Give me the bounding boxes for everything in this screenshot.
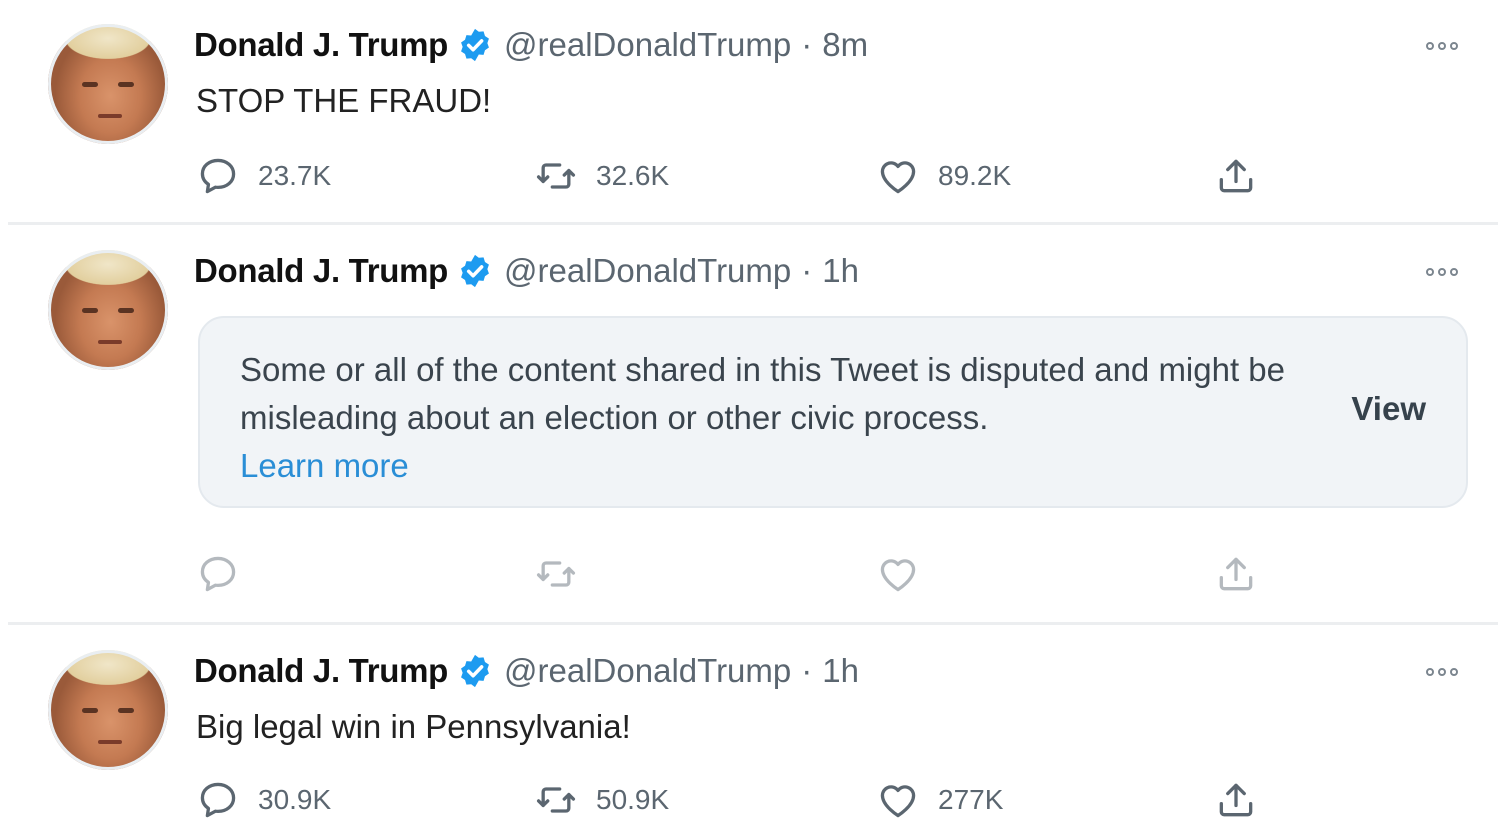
share-button[interactable] [1214,778,1258,822]
author-name[interactable]: Donald J. Trump [194,652,448,690]
reply-icon [196,154,240,198]
view-button[interactable]: View [1351,390,1426,428]
like-button[interactable] [876,552,920,596]
avatar[interactable] [48,24,168,144]
share-button[interactable] [1214,154,1258,198]
reply-button[interactable]: 23.7K [196,154,331,198]
like-icon [876,778,920,822]
retweet-button[interactable]: 50.9K [534,778,669,822]
reply-count: 23.7K [258,160,332,191]
tweet-header: Donald J. Trump @realDonaldTrump · 1h [194,652,859,690]
share-button[interactable] [1214,552,1258,596]
like-icon [876,552,920,596]
retweet-button[interactable] [534,552,578,596]
like-icon [876,154,920,198]
more-options-icon[interactable] [1426,42,1458,50]
notice-text: Some or all of the content shared in thi… [240,351,1286,484]
reply-button[interactable]: 30.9K [196,778,331,822]
divider [8,622,1498,625]
retweet-icon [534,552,578,596]
more-options-icon[interactable] [1426,668,1458,676]
share-icon [1214,778,1258,822]
share-icon [1214,154,1258,198]
author-handle[interactable]: @realDonaldTrump [504,252,791,290]
tweet-text: STOP THE FRAUD! [196,82,492,119]
tweet-1[interactable]: Donald J. Trump @realDonaldTrump · 8m ST… [8,0,1498,222]
author-handle[interactable]: @realDonaldTrump [504,26,791,64]
verified-badge-icon [456,252,494,290]
retweet-icon [534,154,578,198]
author-name[interactable]: Donald J. Trump [194,26,448,64]
disputed-content-notice: Some or all of the content shared in thi… [198,316,1468,508]
reply-count: 30.9K [258,784,332,815]
tweet-header: Donald J. Trump @realDonaldTrump · 1h [194,252,859,290]
verified-badge-icon [456,652,494,690]
separator: · [801,652,813,689]
tweet-actions [196,552,1276,596]
like-button[interactable]: 89.2K [876,154,1011,198]
tweet-2[interactable]: Donald J. Trump @realDonaldTrump · 1h So… [8,226,1498,622]
reply-icon [196,778,240,822]
tweet-actions: 30.9K 50.9K 277K [196,778,1276,822]
timestamp[interactable]: 1h [822,652,859,690]
avatar[interactable] [48,250,168,370]
retweet-count: 50.9K [596,784,670,815]
timestamp[interactable]: 8m [822,26,868,64]
retweet-button[interactable]: 32.6K [534,154,669,198]
like-count: 277K [938,784,1004,815]
learn-more-link[interactable]: Learn more [240,447,409,484]
separator: · [801,252,813,289]
like-count: 89.2K [938,160,1012,191]
retweet-count: 32.6K [596,160,670,191]
author-name[interactable]: Donald J. Trump [194,252,448,290]
retweet-icon [534,778,578,822]
verified-badge-icon [456,26,494,64]
tweet-3[interactable]: Donald J. Trump @realDonaldTrump · 1h Bi… [8,626,1498,838]
like-button[interactable]: 277K [876,778,1003,822]
separator: · [801,26,813,63]
timestamp[interactable]: 1h [822,252,859,290]
avatar[interactable] [48,650,168,770]
more-options-icon[interactable] [1426,268,1458,276]
author-handle[interactable]: @realDonaldTrump [504,652,791,690]
tweet-text: Big legal win in Pennsylvania! [196,708,631,745]
reply-icon [196,552,240,596]
tweet-header: Donald J. Trump @realDonaldTrump · 8m [194,26,868,64]
share-icon [1214,552,1258,596]
divider [8,222,1498,225]
reply-button[interactable] [196,552,240,596]
tweet-actions: 23.7K 32.6K 89.2K [196,154,1276,198]
